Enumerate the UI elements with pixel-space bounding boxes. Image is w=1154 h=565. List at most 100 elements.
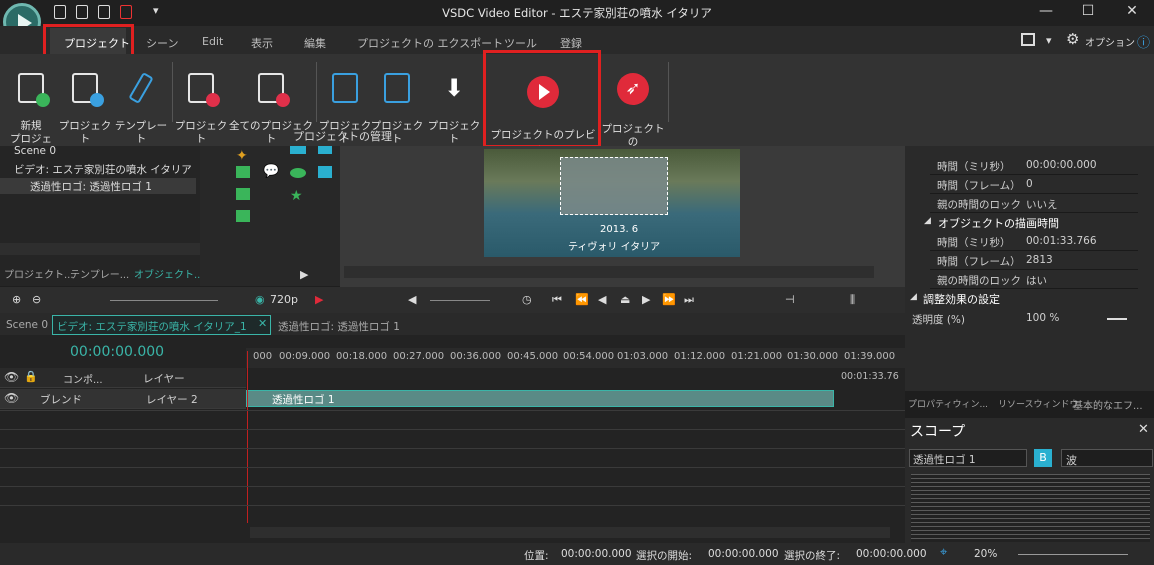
- menu-export[interactable]: プロジェクトの エクスポート: [357, 35, 503, 51]
- timeline-tab-scene[interactable]: Scene 0: [6, 319, 48, 331]
- ruler-tick: 01:12.000: [674, 351, 726, 362]
- prop-label: 時間（ミリ秒）: [937, 161, 1011, 173]
- resolution-select[interactable]: 720p: [270, 293, 298, 306]
- status-zoom-slider[interactable]: [1018, 554, 1128, 555]
- toolbox-scroll-icon[interactable]: ▶: [300, 268, 308, 281]
- maximize-button[interactable]: ☐: [1068, 3, 1108, 19]
- eye-icon[interactable]: ◉: [255, 293, 265, 306]
- ruler-tick: 00:18.000: [336, 351, 388, 362]
- subtitle-icon[interactable]: [318, 166, 332, 178]
- tab-properties[interactable]: プロパティウィン...: [908, 397, 988, 410]
- menu-scene[interactable]: シーン: [146, 35, 178, 51]
- volume-icon[interactable]: ◀: [408, 293, 416, 306]
- prev-frame-icon[interactable]: ◀: [598, 293, 606, 306]
- stop-icon[interactable]: ⏏: [620, 293, 630, 306]
- rewind-icon[interactable]: ⏪: [575, 293, 589, 306]
- prop-value[interactable]: 00:00:00.000: [1026, 159, 1097, 171]
- next-frame-icon[interactable]: ⏩: [662, 293, 676, 306]
- timeline-tab-logo[interactable]: 透過性ロゴ: 透過性ロゴ 1: [278, 319, 400, 334]
- tab-basic-effects[interactable]: 基本的なエフ...: [1073, 397, 1143, 412]
- playhead[interactable]: [247, 351, 248, 523]
- opacity-value[interactable]: 100 %: [1026, 312, 1059, 324]
- ribbon-separator: [316, 62, 317, 122]
- fit-icon[interactable]: ⌖: [940, 545, 947, 560]
- layout-icon[interactable]: [1021, 33, 1035, 46]
- go-start-icon[interactable]: ⏮: [552, 293, 562, 307]
- clock-icon[interactable]: ◷: [522, 293, 532, 306]
- rect-shape-icon[interactable]: [290, 146, 306, 154]
- menu-tools[interactable]: ツール: [504, 35, 537, 51]
- scope-waveform: [911, 474, 1150, 542]
- tab-templates[interactable]: テンプレー...: [70, 266, 129, 281]
- record-icon[interactable]: ▶: [315, 293, 323, 306]
- preview-scrollbar[interactable]: [344, 266, 874, 278]
- menu-edit[interactable]: Edit: [202, 35, 223, 48]
- audio-icon[interactable]: [236, 188, 250, 200]
- tab-objects[interactable]: オブジェクト...: [134, 266, 204, 281]
- menu-view[interactable]: 表示: [251, 35, 273, 51]
- visibility-eye-icon[interactable]: 👁: [4, 391, 19, 405]
- gear-icon[interactable]: ⚙: [1066, 30, 1079, 48]
- tree-item-video[interactable]: ビデオ: エステ家別荘の噴水 イタリア: [14, 162, 192, 177]
- close-button[interactable]: ✕: [1112, 3, 1152, 19]
- close-project-icon: [188, 73, 220, 107]
- sprite-icon[interactable]: ✦: [236, 148, 248, 164]
- split-icon[interactable]: ⊣: [785, 293, 795, 306]
- track-divider: [0, 467, 905, 468]
- scope-b-button[interactable]: B: [1034, 449, 1052, 467]
- logo-selection-box[interactable]: [560, 157, 668, 215]
- align-icon[interactable]: ⫼: [850, 293, 855, 307]
- section-collapse-icon[interactable]: ◢: [910, 292, 917, 302]
- visibility-eye-icon[interactable]: 👁: [4, 370, 19, 384]
- explorer-scrollbar[interactable]: [0, 243, 200, 255]
- tab-project-explorer[interactable]: プロジェクト...: [4, 266, 74, 281]
- ellipse-shape-icon[interactable]: [290, 168, 306, 178]
- menu-project[interactable]: プロジェクト: [64, 35, 130, 51]
- menu-register[interactable]: 登録: [560, 35, 582, 51]
- lock-icon[interactable]: 🔒: [24, 370, 38, 383]
- add-icon[interactable]: ⊕: [12, 293, 21, 306]
- menu-editing[interactable]: 編集: [304, 35, 326, 51]
- prop-row: 時間（フレーム） 2813: [930, 251, 1138, 270]
- options-button[interactable]: オプション: [1085, 34, 1135, 49]
- star-shape-icon[interactable]: ★: [290, 188, 303, 204]
- section-draw-time: オブジェクトの描画時間: [938, 217, 1059, 230]
- window-title: VSDC Video Editor - エステ家別荘の噴水 イタリア: [442, 6, 712, 20]
- zoom-slider[interactable]: [110, 300, 218, 301]
- go-end-icon[interactable]: ⏭: [684, 293, 694, 307]
- section-effect-settings: 調整効果の設定: [923, 293, 1000, 306]
- prop-value[interactable]: 00:01:33.766: [1026, 235, 1097, 247]
- scope-source-value: 透過性ロゴ 1: [913, 454, 976, 466]
- info-icon[interactable]: ⓘ: [1137, 32, 1150, 51]
- section-collapse-icon[interactable]: ◢: [924, 216, 931, 226]
- save-as-icon: [384, 73, 410, 103]
- tab-close-icon[interactable]: ✕: [258, 317, 267, 330]
- layer-header-label: レイヤー: [143, 373, 185, 385]
- timeline-tab-video[interactable]: ビデオ: エステ家別荘の噴水 イタリア_1: [57, 319, 247, 334]
- text-box-icon[interactable]: [318, 146, 332, 154]
- play-button-icon[interactable]: ▶: [642, 293, 650, 306]
- blend-mode-select[interactable]: ブレンド: [40, 392, 82, 407]
- timeline-scrollbar[interactable]: [250, 527, 890, 538]
- prop-value[interactable]: いいえ: [1026, 197, 1058, 212]
- ribbon-separator: [172, 62, 173, 122]
- prop-value[interactable]: 2813: [1026, 254, 1053, 266]
- tab-resources[interactable]: リソースウィンドウ: [998, 397, 1079, 410]
- tree-item-scene[interactable]: Scene 0: [14, 145, 56, 157]
- tree-item-logo[interactable]: 透過性ロゴ: 透過性ロゴ 1: [30, 179, 152, 194]
- image-icon[interactable]: [236, 166, 250, 178]
- ribbon-separator: [668, 62, 669, 122]
- scope-close-icon[interactable]: ✕: [1138, 422, 1149, 437]
- opacity-slider[interactable]: [1107, 318, 1127, 320]
- prop-value[interactable]: 0: [1026, 178, 1033, 190]
- layer-name: レイヤー 2: [146, 394, 198, 406]
- sel-start-label: 選択の開始:: [636, 550, 693, 562]
- prop-value[interactable]: はい: [1026, 273, 1047, 288]
- volume-slider[interactable]: [430, 300, 490, 301]
- video-icon[interactable]: [236, 210, 250, 222]
- prop-label: 親の時間のロック: [937, 275, 1021, 287]
- minimize-button[interactable]: —: [1026, 3, 1066, 19]
- remove-icon[interactable]: ⊖: [32, 293, 41, 306]
- chat-icon[interactable]: 💬: [263, 164, 279, 179]
- layout-dropdown-icon[interactable]: ▾: [1046, 34, 1052, 47]
